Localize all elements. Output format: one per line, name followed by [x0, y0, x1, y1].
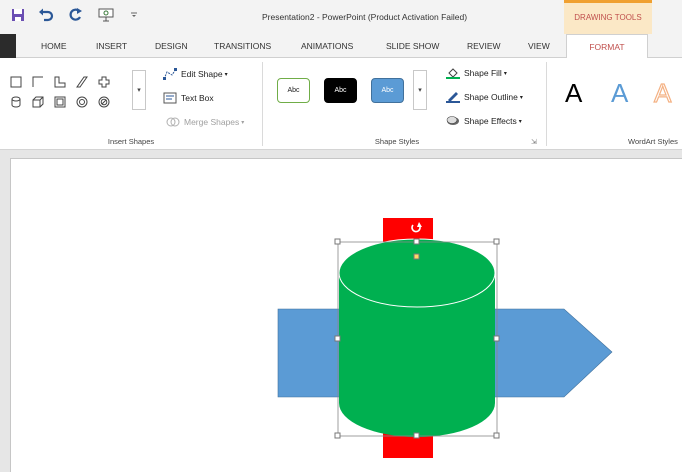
chevron-down-icon: ▾	[241, 119, 245, 126]
shape-outline-label: Shape Outline	[464, 92, 518, 102]
corner-shape-icon[interactable]	[32, 76, 44, 88]
group-divider	[546, 62, 547, 146]
merge-shapes-label: Merge Shapes	[184, 117, 240, 127]
tab-view[interactable]: VIEW	[528, 41, 550, 51]
wordart-style-blue[interactable]: A	[611, 80, 628, 106]
ribbon-tabs: HOME INSERT DESIGN TRANSITIONS ANIMATION…	[0, 34, 682, 59]
shape-styles-more-button[interactable]: ▾	[413, 70, 427, 110]
shape-style-swatch-blue[interactable]: Abc	[371, 78, 404, 103]
merge-shapes-icon	[166, 117, 180, 127]
shape-styles-group-label: Shape Styles	[374, 137, 420, 146]
group-divider	[262, 62, 263, 146]
shape-outline-button[interactable]: Shape Outline ▾	[446, 91, 523, 103]
insert-shapes-group-label: Insert Shapes	[107, 137, 155, 146]
edit-shape-button[interactable]: Edit Shape ▾	[163, 68, 228, 80]
shape-style-swatch-outline[interactable]: Abc	[277, 78, 310, 103]
slide-shapes	[277, 218, 613, 458]
ribbon: ▾ Edit Shape ▾ Text Box Merge Shapes ▾ Ins…	[0, 58, 682, 150]
tab-animations[interactable]: ANIMATIONS	[301, 41, 353, 51]
chevron-down-icon: ▾	[518, 118, 522, 125]
edit-shape-label: Edit Shape	[181, 69, 223, 79]
donut-shape-icon[interactable]	[76, 96, 88, 108]
text-box-icon	[163, 92, 177, 104]
wordart-style-black[interactable]: A	[565, 80, 582, 106]
cube-shape-icon[interactable]	[32, 96, 44, 108]
slide-editing-area	[0, 150, 682, 472]
powerpoint-window: Presentation2 - PowerPoint (Product Acti…	[0, 0, 682, 472]
edit-shape-icon	[163, 68, 177, 80]
frame-shape-icon[interactable]	[54, 96, 66, 108]
text-box-label: Text Box	[181, 93, 214, 103]
shape-fill-label: Shape Fill	[464, 68, 502, 78]
merge-shapes-button[interactable]: Merge Shapes ▾	[166, 116, 244, 128]
drawing-tools-label: DRAWING TOOLS	[574, 13, 642, 22]
shape-effects-button[interactable]: Shape Effects ▾	[446, 115, 522, 127]
tab-format[interactable]: FORMAT	[566, 34, 648, 59]
pen-outline-icon	[446, 92, 460, 103]
file-tab[interactable]	[0, 34, 16, 58]
tab-slide-show[interactable]: SLIDE SHOW	[386, 41, 439, 51]
green-cylinder-shape[interactable]	[338, 238, 496, 437]
save-icon[interactable]	[8, 5, 28, 25]
chevron-down-icon: ▾	[519, 94, 523, 101]
shapes-gallery-more-button[interactable]: ▾	[132, 70, 146, 110]
chevron-down-icon: ▾	[503, 70, 507, 77]
paint-bucket-icon	[446, 68, 460, 79]
slide[interactable]	[10, 158, 682, 472]
parallelogram-shape-icon[interactable]	[76, 76, 88, 88]
drawing-tools-context-header: DRAWING TOOLS	[564, 0, 652, 34]
title-bar: Presentation2 - PowerPoint (Product Acti…	[0, 0, 682, 34]
shape-effects-icon	[446, 116, 459, 125]
text-box-button[interactable]: Text Box	[163, 92, 214, 104]
tab-home[interactable]: HOME	[41, 41, 67, 51]
can-shape-icon[interactable]	[10, 96, 22, 108]
shape-effects-label: Shape Effects	[464, 116, 517, 126]
wordart-styles-group-label: WordArt Styles	[628, 137, 678, 146]
tab-design[interactable]: DESIGN	[155, 41, 188, 51]
window-title: Presentation2 - PowerPoint (Product Acti…	[262, 12, 468, 22]
dialog-launcher-icon[interactable]: ⇲	[531, 138, 537, 146]
shape-fill-button[interactable]: Shape Fill ▾	[446, 67, 507, 79]
redo-icon[interactable]	[66, 5, 86, 25]
shape-style-swatch-dark[interactable]: Abc	[324, 78, 357, 103]
no-symbol-shape-icon[interactable]	[98, 96, 110, 108]
customize-qat-icon[interactable]	[124, 5, 144, 25]
tab-insert[interactable]: INSERT	[96, 41, 127, 51]
tab-review[interactable]: REVIEW	[467, 41, 501, 51]
wordart-style-orange-outline[interactable]: A	[653, 79, 672, 106]
chevron-down-icon: ▾	[224, 71, 228, 78]
l-shape-icon[interactable]	[54, 76, 66, 88]
start-from-beginning-icon[interactable]	[96, 5, 116, 25]
undo-icon[interactable]	[36, 5, 56, 25]
cross-shape-icon[interactable]	[98, 76, 110, 88]
tab-transitions[interactable]: TRANSITIONS	[214, 41, 271, 51]
rectangle-shape-icon[interactable]	[10, 76, 22, 88]
